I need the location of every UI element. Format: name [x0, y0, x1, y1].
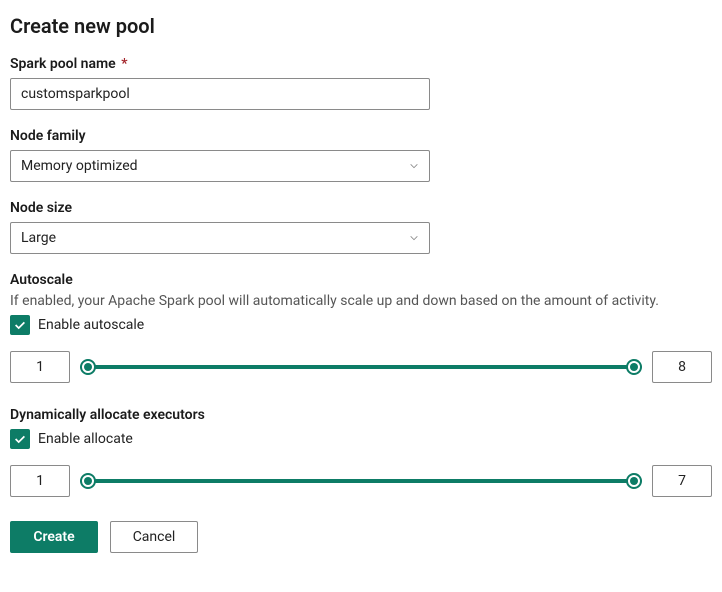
autoscale-min-input[interactable]: [10, 351, 70, 383]
autoscale-section: Autoscale If enabled, your Apache Spark …: [10, 272, 712, 383]
dynamic-executors-section: Dynamically allocate executors Enable al…: [10, 407, 712, 497]
button-row: Create Cancel: [10, 521, 712, 553]
check-icon: [13, 432, 27, 446]
node-family-selected: Memory optimized: [21, 158, 138, 174]
dynamic-executors-checkbox[interactable]: [10, 429, 30, 449]
autoscale-slider-row: [10, 351, 712, 383]
chevron-down-icon: [409, 233, 419, 243]
autoscale-checkbox-label: Enable autoscale: [38, 317, 144, 333]
required-asterisk: *: [121, 56, 127, 72]
spark-pool-name-label: Spark pool name *: [10, 56, 712, 72]
dynamic-executors-min-input[interactable]: [10, 465, 70, 497]
spark-pool-name-input[interactable]: [10, 78, 430, 110]
slider-track: [80, 479, 642, 483]
autoscale-heading: Autoscale: [10, 272, 712, 288]
node-family-label: Node family: [10, 128, 712, 144]
slider-track: [80, 365, 642, 369]
dynamic-executors-slider[interactable]: [80, 473, 642, 489]
dynamic-executors-heading: Dynamically allocate executors: [10, 407, 712, 423]
autoscale-slider-thumb-min[interactable]: [80, 359, 96, 375]
spark-pool-name-label-text: Spark pool name: [10, 56, 116, 72]
dynamic-executors-slider-thumb-min[interactable]: [80, 473, 96, 489]
dynamic-executors-slider-row: [10, 465, 712, 497]
dynamic-executors-checkbox-label: Enable allocate: [38, 431, 133, 447]
node-family-select[interactable]: Memory optimized: [10, 150, 430, 182]
cancel-button[interactable]: Cancel: [110, 521, 198, 553]
field-node-size: Node size Large: [10, 200, 712, 254]
autoscale-checkbox[interactable]: [10, 315, 30, 335]
field-spark-pool-name: Spark pool name *: [10, 56, 712, 110]
chevron-down-icon: [409, 161, 419, 171]
autoscale-help-text: If enabled, your Apache Spark pool will …: [10, 293, 712, 309]
dynamic-executors-slider-thumb-max[interactable]: [626, 473, 642, 489]
create-button[interactable]: Create: [10, 521, 98, 553]
check-icon: [13, 318, 27, 332]
dynamic-executors-max-input[interactable]: [652, 465, 712, 497]
autoscale-checkbox-row: Enable autoscale: [10, 315, 712, 335]
dynamic-executors-checkbox-row: Enable allocate: [10, 429, 712, 449]
autoscale-slider-thumb-max[interactable]: [626, 359, 642, 375]
node-size-selected: Large: [21, 230, 56, 246]
field-node-family: Node family Memory optimized: [10, 128, 712, 182]
autoscale-max-input[interactable]: [652, 351, 712, 383]
node-size-label: Node size: [10, 200, 712, 216]
page-title: Create new pool: [10, 14, 712, 38]
node-size-select[interactable]: Large: [10, 222, 430, 254]
autoscale-slider[interactable]: [80, 359, 642, 375]
